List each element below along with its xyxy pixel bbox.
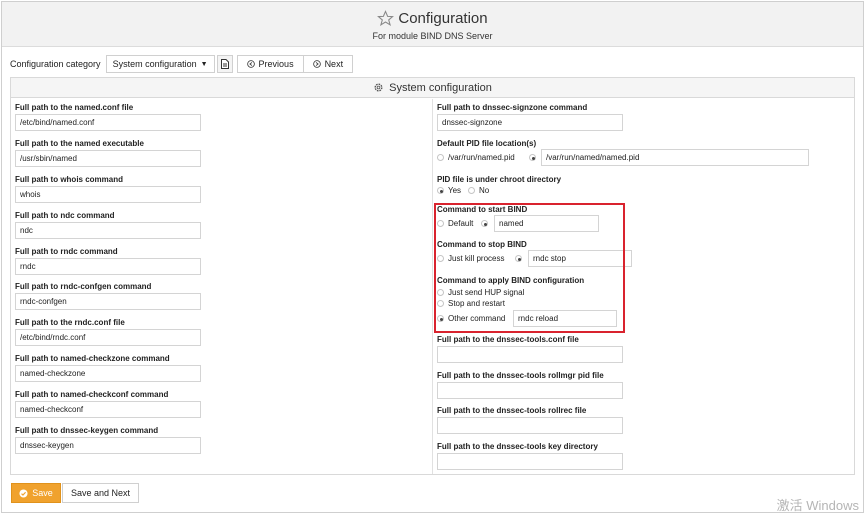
rollmgr-pid-input[interactable] xyxy=(437,382,623,399)
whois-input[interactable]: whois xyxy=(15,186,201,203)
rollrec-input[interactable] xyxy=(437,417,623,434)
pid-file-label: Default PID file location(s) xyxy=(437,139,537,148)
named-checkzone-input[interactable]: named-checkzone xyxy=(15,365,201,382)
key-directory-label: Full path to the dnssec-tools key direct… xyxy=(437,442,598,451)
chroot-no-radio[interactable]: No xyxy=(468,186,489,195)
pid-file-input[interactable]: /var/run/named/named.pid xyxy=(541,149,809,166)
key-directory-input[interactable] xyxy=(437,453,623,470)
save-and-next-button[interactable]: Save and Next xyxy=(62,483,139,503)
highlight-box xyxy=(434,203,625,333)
page-header: Configuration For module BIND DNS Server xyxy=(2,2,863,47)
chevron-down-icon: ▼ xyxy=(200,60,208,68)
chroot-no-label: No xyxy=(479,186,490,195)
arrow-right-circle-icon xyxy=(312,60,321,68)
named-executable-input[interactable]: /usr/sbin/named xyxy=(15,150,201,167)
dnssec-signzone-input[interactable]: dnssec-signzone xyxy=(437,114,623,131)
ndc-label: Full path to ndc command xyxy=(15,211,115,220)
check-circle-icon xyxy=(19,488,28,498)
named-conf-label: Full path to the named.conf file xyxy=(15,103,134,112)
windows-activation-watermark: 激活 Windows xyxy=(776,498,859,513)
rollmgr-pid-label: Full path to the dnssec-tools rollmgr pi… xyxy=(437,371,604,380)
rndc-conf-input[interactable]: /etc/bind/rndc.conf xyxy=(15,329,201,346)
chroot-yes-radio[interactable]: Yes xyxy=(437,186,461,195)
chroot-yes-label: Yes xyxy=(448,186,462,195)
named-conf-input[interactable]: /etc/bind/named.conf xyxy=(15,114,201,131)
pid-default-label: /var/run/named.pid xyxy=(448,153,515,162)
panel-title: System configuration xyxy=(389,81,492,94)
rndc-label: Full path to rndc command xyxy=(15,247,118,256)
title-row: Configuration xyxy=(2,10,863,27)
previous-button[interactable]: Previous xyxy=(236,55,304,73)
star-icon[interactable] xyxy=(377,10,395,27)
pid-custom-radio[interactable] xyxy=(529,154,536,161)
rollrec-label: Full path to the dnssec-tools rollrec fi… xyxy=(437,406,587,415)
gear-icon xyxy=(374,83,383,92)
save-label: Save xyxy=(32,488,53,498)
dnssec-tools-conf-label: Full path to the dnssec-tools.conf file xyxy=(437,335,579,344)
rndc-conf-label: Full path to the rndc.conf file xyxy=(15,318,125,327)
ndc-input[interactable]: ndc xyxy=(15,222,201,239)
category-select-value: System configuration xyxy=(112,59,197,69)
radio-circle xyxy=(468,187,475,194)
dnssec-keygen-input[interactable]: dnssec-keygen xyxy=(15,437,201,454)
category-select[interactable]: System configuration ▼ xyxy=(105,55,215,73)
radio-circle xyxy=(437,187,444,194)
named-checkconf-label: Full path to named-checkconf command xyxy=(15,390,169,399)
save-button[interactable]: Save xyxy=(11,483,61,503)
pid-default-radio[interactable]: /var/run/named.pid xyxy=(437,153,515,162)
rndc-confgen-input[interactable]: rndc-confgen xyxy=(15,293,201,310)
column-divider xyxy=(432,99,433,474)
rndc-confgen-label: Full path to rndc-confgen command xyxy=(15,282,152,291)
dnssec-signzone-label: Full path to dnssec-signzone command xyxy=(437,103,588,112)
page-title: Configuration xyxy=(398,10,488,27)
named-checkconf-input[interactable]: named-checkconf xyxy=(15,401,201,418)
next-label: Next xyxy=(324,59,344,69)
next-button[interactable]: Next xyxy=(303,55,354,73)
dnssec-tools-conf-input[interactable] xyxy=(437,346,623,363)
document-icon xyxy=(220,59,229,69)
page-subtitle: For module BIND DNS Server xyxy=(372,31,493,41)
category-label: Configuration category xyxy=(10,59,101,69)
previous-label: Previous xyxy=(258,59,294,69)
named-executable-label: Full path to the named executable xyxy=(15,139,144,148)
toolbar: Configuration category System configurat… xyxy=(10,55,354,73)
panel-header: System configuration xyxy=(11,78,854,98)
whois-label: Full path to whois command xyxy=(15,175,123,184)
dnssec-keygen-label: Full path to dnssec-keygen command xyxy=(15,426,159,435)
chroot-label: PID file is under chroot directory xyxy=(437,175,562,184)
view-config-button[interactable] xyxy=(216,55,233,73)
arrow-left-circle-icon xyxy=(246,60,255,68)
named-checkzone-label: Full path to named-checkzone command xyxy=(15,354,170,363)
radio-circle xyxy=(437,154,444,161)
rndc-input[interactable]: rndc xyxy=(15,258,201,275)
